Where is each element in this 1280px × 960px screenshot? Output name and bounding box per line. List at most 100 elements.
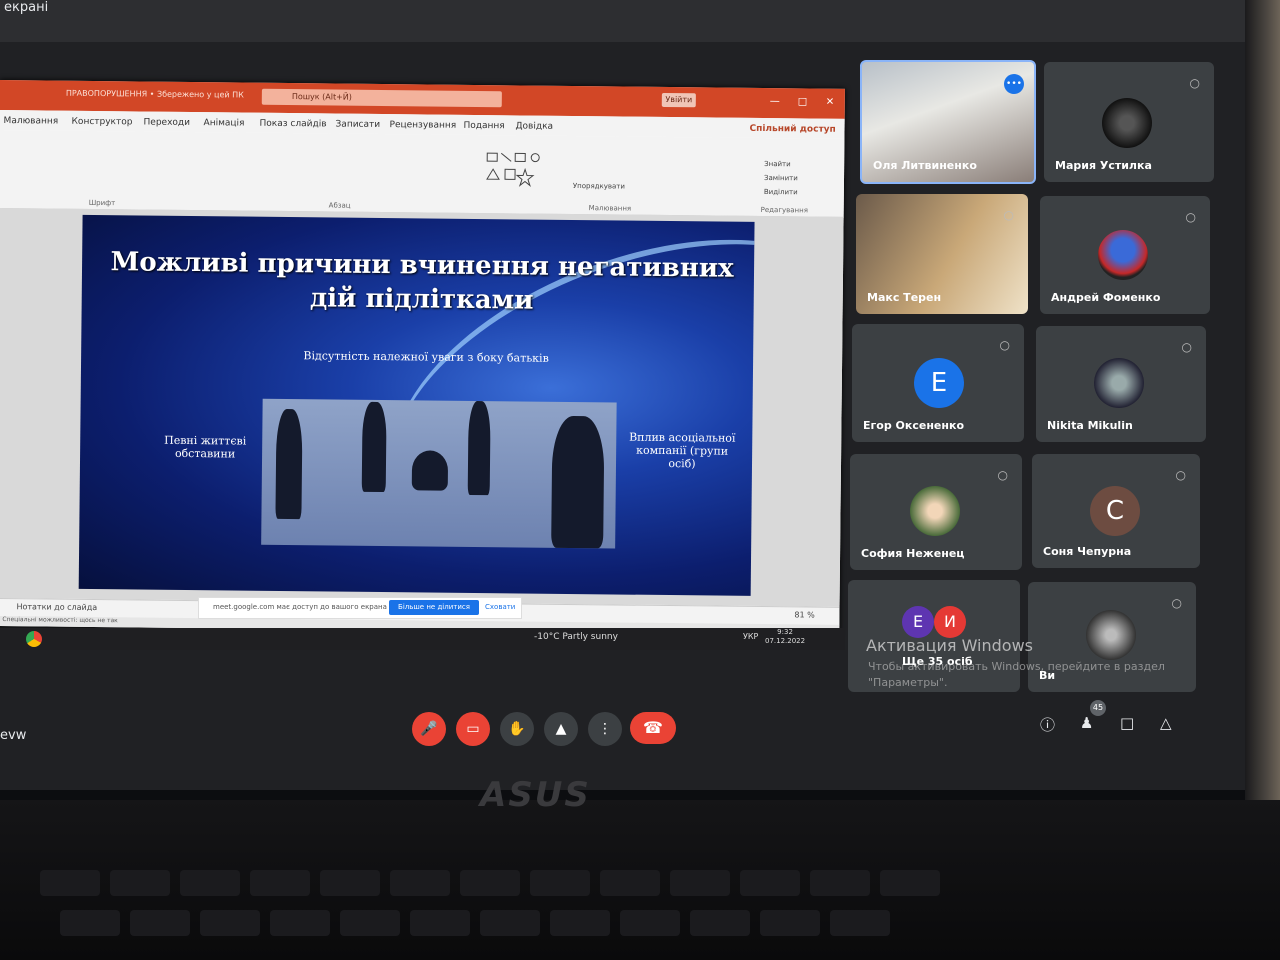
activities-icon[interactable]: △ [1160,714,1172,732]
key [410,910,470,936]
key [180,870,240,896]
hide-button[interactable]: Сховати [485,603,515,611]
tab-review[interactable]: Рецензування [389,120,456,131]
shapes-gallery-icon[interactable] [485,151,565,192]
info-icon[interactable]: ⓘ [1040,714,1055,735]
key [880,870,940,896]
key [340,910,400,936]
ppt-signin-button[interactable]: Увійти [661,92,696,108]
tab-animations[interactable]: Анімація [204,118,245,128]
language-indicator[interactable]: УКР [743,632,758,641]
ppt-document-title: ПРАВОПОРУШЕННЯ • Збережено у цей ПК [65,88,244,100]
mic-off-icon: ○ [1171,596,1182,610]
meeting-code: evw [0,728,27,743]
windows-activation-text: Чтобы активировать Windows, перейдите в … [868,660,1165,689]
notes-label: Нотатки до слайда [16,602,98,613]
select-button[interactable]: Виділити [764,188,798,196]
avatar: E [902,606,934,638]
mic-off-icon: ○ [997,468,1008,482]
tab-record[interactable]: Записати [335,120,380,130]
speaking-indicator-icon: ••• [1004,74,1024,94]
asus-logo: ASUS [480,775,591,815]
key [620,910,680,936]
minimize-icon[interactable]: — [770,96,780,107]
tab-slideshow[interactable]: Показ слайдів [260,119,327,130]
accessibility-status[interactable]: Спеціальні можливості: щось не так [2,616,117,624]
participant-tile[interactable]: E ○ Егор Оксененко [852,324,1024,442]
slide[interactable]: Можливі причини вчинення негативних дій … [78,214,755,596]
close-icon[interactable]: ✕ [826,97,835,108]
taskbar-clock[interactable]: 9:32 07.12.2022 [765,628,805,646]
tab-design[interactable]: Конструктор [72,117,133,128]
chrome-icon[interactable] [26,631,42,647]
stop-sharing-button[interactable]: Більше не ділитися [389,600,479,615]
ppt-share-button[interactable]: Спільний доступ [749,124,835,135]
avatar [1094,358,1144,408]
key [110,870,170,896]
ribbon-group-editing: Редагування [760,205,808,215]
chat-icon[interactable]: □ [1120,714,1134,732]
slide-right-cause: Вплив асоціальної компанії (групи осіб) [629,430,736,471]
laptop-screen: екрані ПРАВОПОРУШЕННЯ • Збережено у цей … [0,0,1245,790]
participant-tile[interactable]: ○ Андрей Фоменко [1040,196,1210,314]
participant-name: Соня Чепурна [1043,545,1132,558]
avatar [910,486,960,536]
find-button[interactable]: Знайти [764,160,791,168]
key [130,910,190,936]
share-banner-text: екрані [4,0,49,15]
mic-toggle-button[interactable]: 🎤 [412,712,446,746]
participant-name: София Неженец [861,547,965,560]
key [480,910,540,936]
present-screen-icon: ▲ [555,721,567,737]
windows-taskbar: -10°C Partly sunny УКР 9:32 07.12.2022 [0,628,845,650]
present-button[interactable]: ▲ [544,712,578,746]
weather-widget[interactable]: -10°C Partly sunny [534,632,618,642]
avatar [1086,610,1136,660]
leave-call-button[interactable]: ☎ [630,712,676,744]
avatar: И [934,606,966,638]
participant-name: Андрей Фоменко [1051,291,1161,304]
key [690,910,750,936]
clock-time: 9:32 [777,628,793,636]
slide-top-cause: Відсутність належної уваги з боку батькі… [303,349,549,365]
ppt-search-placeholder: Пошук (Alt+Й) [291,92,352,102]
camera-toggle-button[interactable]: ▭ [456,712,490,746]
replace-button[interactable]: Замінити [764,174,798,182]
maximize-icon[interactable]: □ [798,96,808,107]
ppt-search-box[interactable]: Пошук (Alt+Й) [261,88,502,108]
avatar [1102,98,1152,148]
mic-off-icon: ○ [1003,208,1014,222]
phone-hangup-icon: ☎ [643,718,663,737]
key [830,910,890,936]
participant-name: Nikita Mikulin [1047,419,1133,432]
more-options-button[interactable]: ⋮ [588,712,622,746]
participant-tile[interactable]: ○ Мария Устилка [1044,62,1214,182]
tab-draw[interactable]: Малювання [4,116,59,127]
zoom-level: 81 % [794,610,815,620]
raise-hand-button[interactable]: ✋ [500,712,534,746]
ppt-ribbon: Шрифт Абзац Малювання Редагування Упоряд… [0,129,845,218]
participant-tile[interactable]: ○ Nikita Mikulin [1036,326,1206,442]
key [810,870,870,896]
participant-tile[interactable]: ••• Оля Литвиненко [860,60,1036,184]
participant-tile[interactable]: C ○ Соня Чепурна [1032,454,1200,568]
people-count-badge: 45 [1090,700,1106,716]
tab-help[interactable]: Довідка [515,121,553,131]
slide-left-cause: Певні життєві обставини [164,433,247,461]
mic-off-icon: ○ [1189,76,1200,90]
camera-off-icon: ▭ [466,721,480,737]
key [270,910,330,936]
participant-name: Оля Литвиненко [873,159,977,172]
participant-tile[interactable]: ○ София Неженец [850,454,1022,570]
ppt-editing-area: Можливі причини вчинення негативних дій … [0,207,844,607]
arrange-button[interactable]: Упорядкувати [573,182,625,191]
tab-view[interactable]: Подання [463,121,504,131]
tab-transitions[interactable]: Переходи [144,118,191,128]
participant-tile[interactable]: ○ Макс Терен [856,194,1028,314]
key [320,870,380,896]
people-icon[interactable]: ♟ [1080,714,1093,732]
key [670,870,730,896]
share-banner: екрані [0,0,1245,42]
laptop-keyboard [0,800,1280,960]
more-vert-icon: ⋮ [598,721,612,737]
